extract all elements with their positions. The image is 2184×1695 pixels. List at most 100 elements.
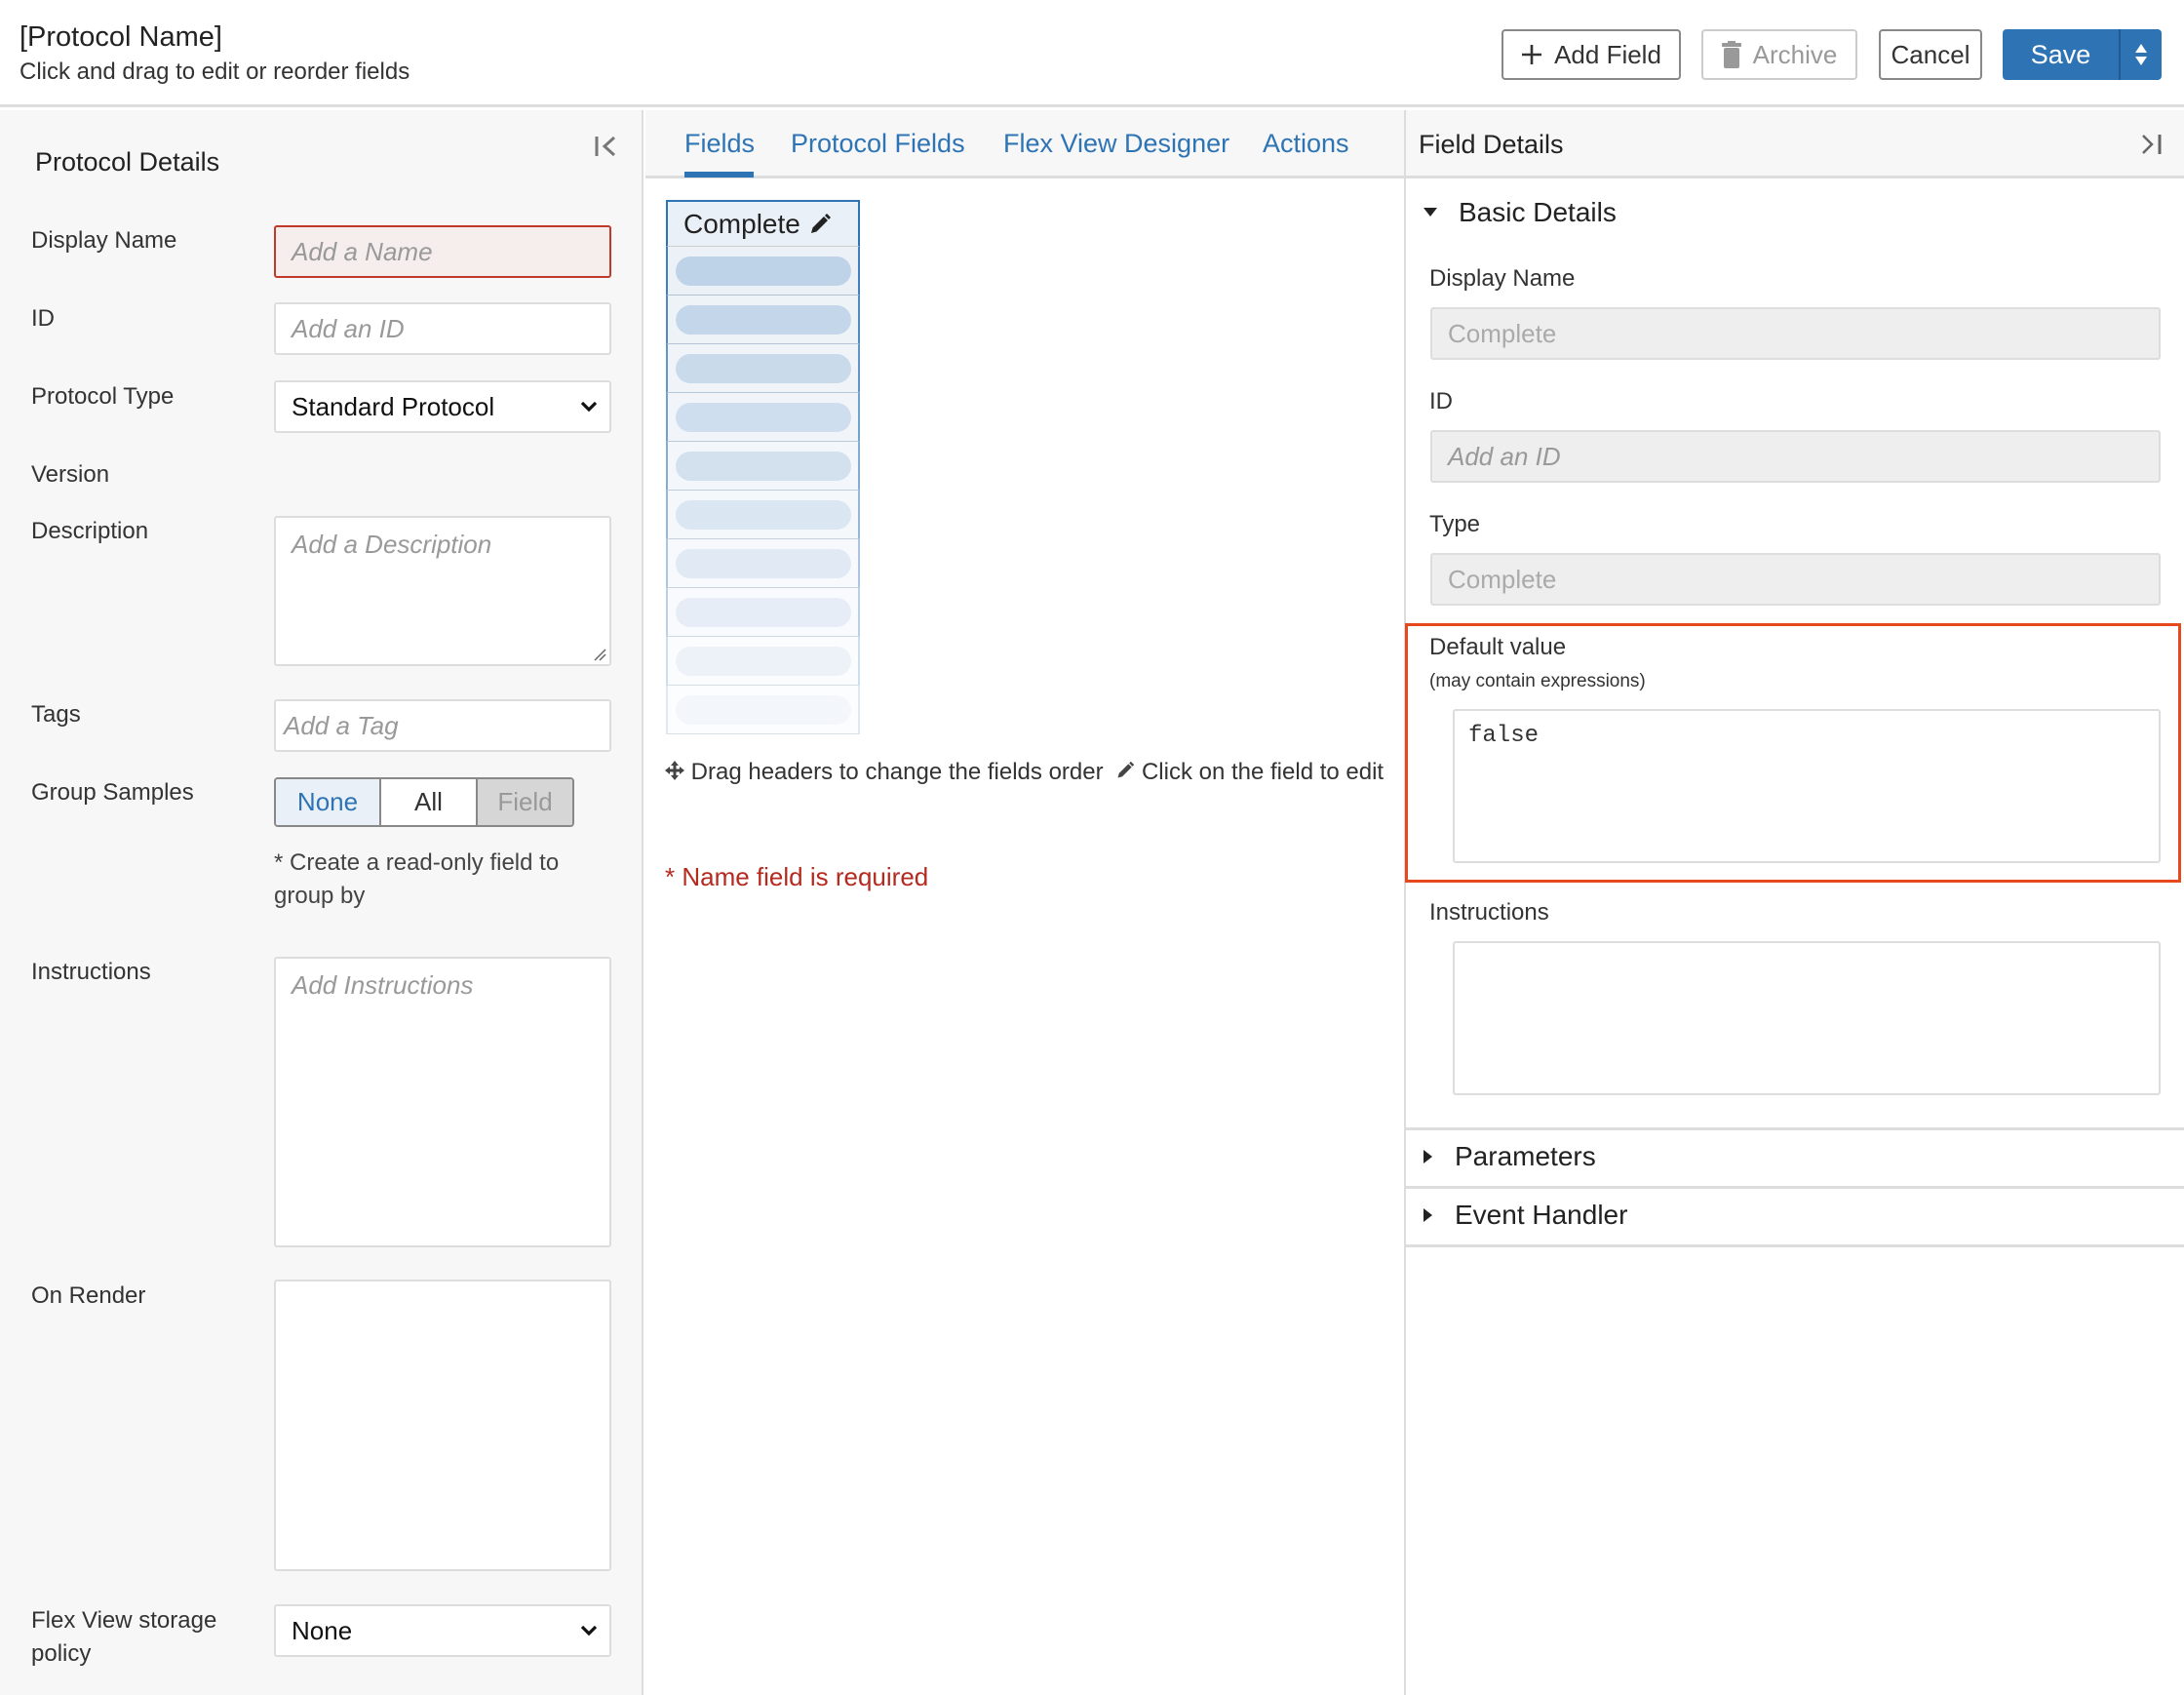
event-handler-title: Event Handler	[1455, 1200, 1628, 1230]
default-value-sublabel: (may contain expressions)	[1429, 671, 1646, 691]
save-button[interactable]: Save	[2003, 29, 2121, 80]
tab-protocol-fields[interactable]: Protocol Fields	[791, 129, 965, 159]
default-value-text: false	[1468, 723, 1540, 749]
instructions-label: Instructions	[31, 959, 151, 985]
field-placeholder-row	[666, 686, 860, 734]
field-details-body	[1404, 178, 2184, 1695]
id-label: ID	[31, 305, 55, 332]
instructions-textarea[interactable]: Add Instructions	[274, 957, 611, 1247]
protocol-type-value: Standard Protocol	[292, 391, 495, 421]
placeholder-pill	[675, 304, 851, 335]
flex-view-storage-label: Flex View storage policy	[31, 1607, 217, 1667]
field-placeholder-row	[666, 442, 860, 491]
tab-actions[interactable]: Actions	[1263, 129, 1349, 159]
caret-down-icon	[1424, 208, 1437, 217]
group-field-option[interactable]: Field	[478, 779, 572, 825]
field-id-placeholder: Add an ID	[1448, 441, 1561, 471]
panel-title: Protocol Details	[35, 147, 220, 177]
tags-label: Tags	[31, 701, 81, 728]
active-tab-indicator	[684, 172, 754, 177]
sort-caret-icon	[2135, 44, 2147, 65]
tab-flex-view-designer[interactable]: Flex View Designer	[1003, 129, 1229, 159]
section-divider	[1406, 1244, 2184, 1247]
save-options-button[interactable]	[2121, 29, 2162, 80]
on-render-label: On Render	[31, 1282, 146, 1309]
pencil-icon	[810, 213, 831, 233]
placeholder-pill	[675, 548, 851, 578]
plus-icon	[1522, 45, 1542, 64]
field-column[interactable]: Complete	[666, 200, 860, 734]
group-samples-label: Group Samples	[31, 779, 194, 806]
add-field-label: Add Field	[1554, 39, 1661, 69]
group-samples-toggle: None All Field	[274, 777, 574, 827]
click-hint-text: Click on the field to edit	[1141, 759, 1384, 785]
collapse-left-panel-icon[interactable]	[593, 132, 622, 161]
placeholder-pill	[675, 597, 851, 627]
basic-details-toggle[interactable]: Basic Details	[1424, 197, 1617, 228]
description-textarea[interactable]: Add a Description	[274, 516, 611, 666]
tab-fields[interactable]: Fields	[684, 129, 755, 159]
field-column-title: Complete	[683, 208, 800, 239]
flex-view-storage-select[interactable]: None	[274, 1604, 611, 1657]
save-button-group: Save	[2003, 29, 2162, 80]
protocol-type-select[interactable]: Standard Protocol	[274, 380, 611, 433]
placeholder-pill	[675, 256, 851, 286]
basic-details-title: Basic Details	[1459, 197, 1617, 227]
archive-button[interactable]: Archive	[1701, 29, 1857, 80]
drag-hint-text: Drag headers to change the fields order	[690, 759, 1104, 785]
field-placeholder-row	[666, 588, 860, 637]
group-none-option[interactable]: None	[276, 779, 381, 825]
placeholder-pill	[675, 694, 851, 725]
cancel-button[interactable]: Cancel	[1879, 29, 1982, 80]
on-render-textarea[interactable]	[274, 1280, 611, 1571]
event-handler-toggle[interactable]: Event Handler	[1424, 1200, 1627, 1231]
field-placeholder-row	[666, 296, 860, 344]
protocol-type-label: Protocol Type	[31, 383, 175, 410]
trash-icon	[1721, 41, 1741, 68]
collapse-right-panel-icon[interactable]	[2139, 131, 2164, 163]
id-input[interactable]: Add an ID	[274, 302, 611, 355]
field-id-input[interactable]: Add an ID	[1430, 430, 2161, 483]
display-name-input[interactable]: Add a Name	[274, 225, 611, 278]
field-type-input[interactable]: Complete	[1430, 553, 2161, 606]
placeholder-pill	[675, 402, 851, 432]
group-all-option[interactable]: All	[381, 779, 478, 825]
field-details-title: Field Details	[1419, 130, 1564, 159]
section-divider	[1406, 1127, 2184, 1130]
archive-label: Archive	[1752, 39, 1838, 69]
drag-hint: Drag headers to change the fields order …	[665, 756, 1386, 789]
page-subtitle: Click and drag to edit or reorder fields	[20, 59, 410, 85]
placeholder-pill	[675, 646, 851, 676]
placeholder-pill	[675, 353, 851, 383]
chevron-down-icon	[580, 1625, 598, 1636]
tags-input[interactable]: Add a Tag	[274, 699, 611, 752]
field-instructions-label: Instructions	[1429, 899, 1549, 926]
field-placeholder-row	[666, 491, 860, 539]
field-placeholder-row	[666, 393, 860, 442]
field-column-header[interactable]: Complete	[666, 200, 860, 247]
field-id-label: ID	[1429, 388, 1453, 414]
field-placeholder-row	[666, 344, 860, 393]
move-arrows-icon	[665, 761, 684, 780]
add-field-button[interactable]: Add Field	[1502, 29, 1681, 80]
display-name-placeholder: Add a Name	[292, 236, 433, 266]
description-placeholder: Add a Description	[292, 530, 492, 559]
tags-placeholder: Add a Tag	[284, 710, 399, 740]
field-type-value: Complete	[1448, 564, 1557, 594]
field-placeholder-row	[666, 539, 860, 588]
page-header: [Protocol Name] Click and drag to edit o…	[0, 0, 2184, 107]
resize-handle-icon[interactable]	[593, 648, 606, 661]
placeholder-pill	[675, 451, 851, 481]
parameters-toggle[interactable]: Parameters	[1424, 1141, 1596, 1172]
field-details-header: Field Details	[1404, 110, 2184, 178]
field-instructions-textarea[interactable]	[1453, 941, 2161, 1095]
section-divider	[1406, 1186, 2184, 1189]
field-display-name-input[interactable]: Complete	[1430, 307, 2161, 360]
chevron-down-icon	[580, 401, 598, 413]
group-samples-note: * Create a read-only field to group by	[274, 849, 560, 909]
default-value-textarea[interactable]: false	[1453, 709, 2161, 863]
version-label: Version	[31, 461, 110, 488]
display-name-label: Display Name	[31, 227, 177, 254]
page-title: [Protocol Name]	[20, 21, 222, 53]
default-value-label: Default value	[1429, 634, 1567, 660]
